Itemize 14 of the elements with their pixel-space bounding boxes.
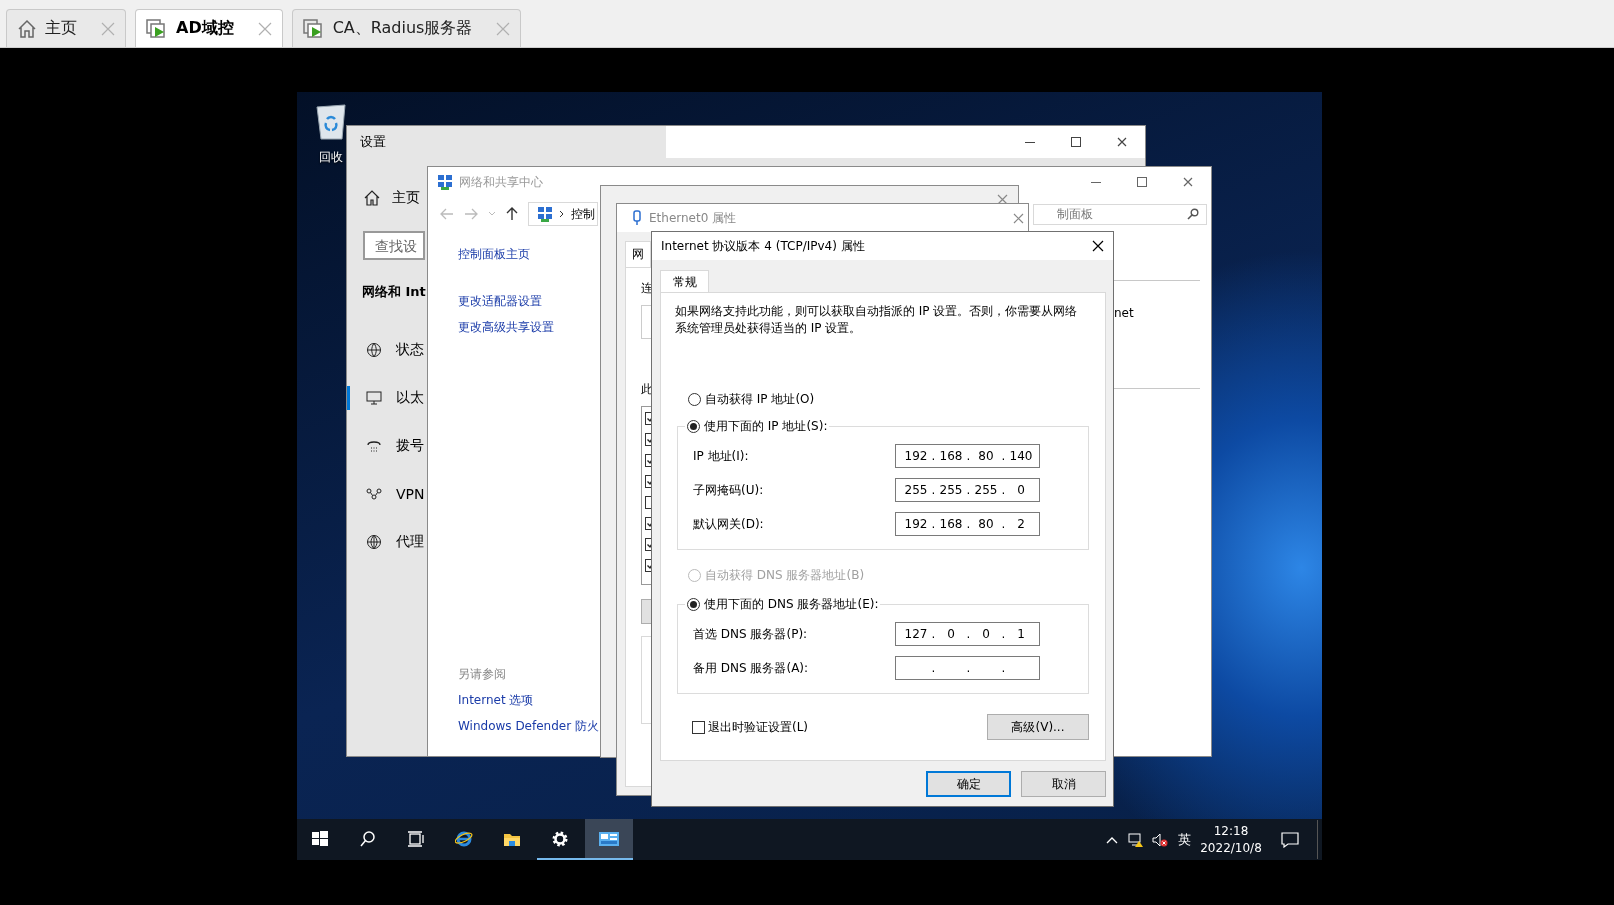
window-title: 网络和共享中心 [459,173,543,191]
field-label: 连 [641,280,653,297]
description-text: 如果网络支持此功能，则可以获取自动指派的 IP 设置。否则，你需要从网络系统管理员处获得适当的 IP 设置。 [675,303,1079,337]
field-label: 默认网关(D): [693,515,765,533]
window-title: 设置 [360,133,386,151]
field-label: IP 地址(I): [693,447,750,465]
field-label: 首选 DNS 服务器(P): [693,625,809,643]
radio-label: 自动获得 DNS 服务器地址(B) [705,566,865,584]
section-label: 另请参阅 [458,666,506,683]
window-title: Ethernet0 属性 [649,209,737,227]
field-label: 子网掩码(U): [693,481,765,499]
window-title: Internet 协议版本 4 (TCP/IPv4) 属性 [661,237,865,255]
field-label: 备用 DNS 服务器(A): [693,659,810,677]
section-title: 网络和 Int [362,283,426,299]
